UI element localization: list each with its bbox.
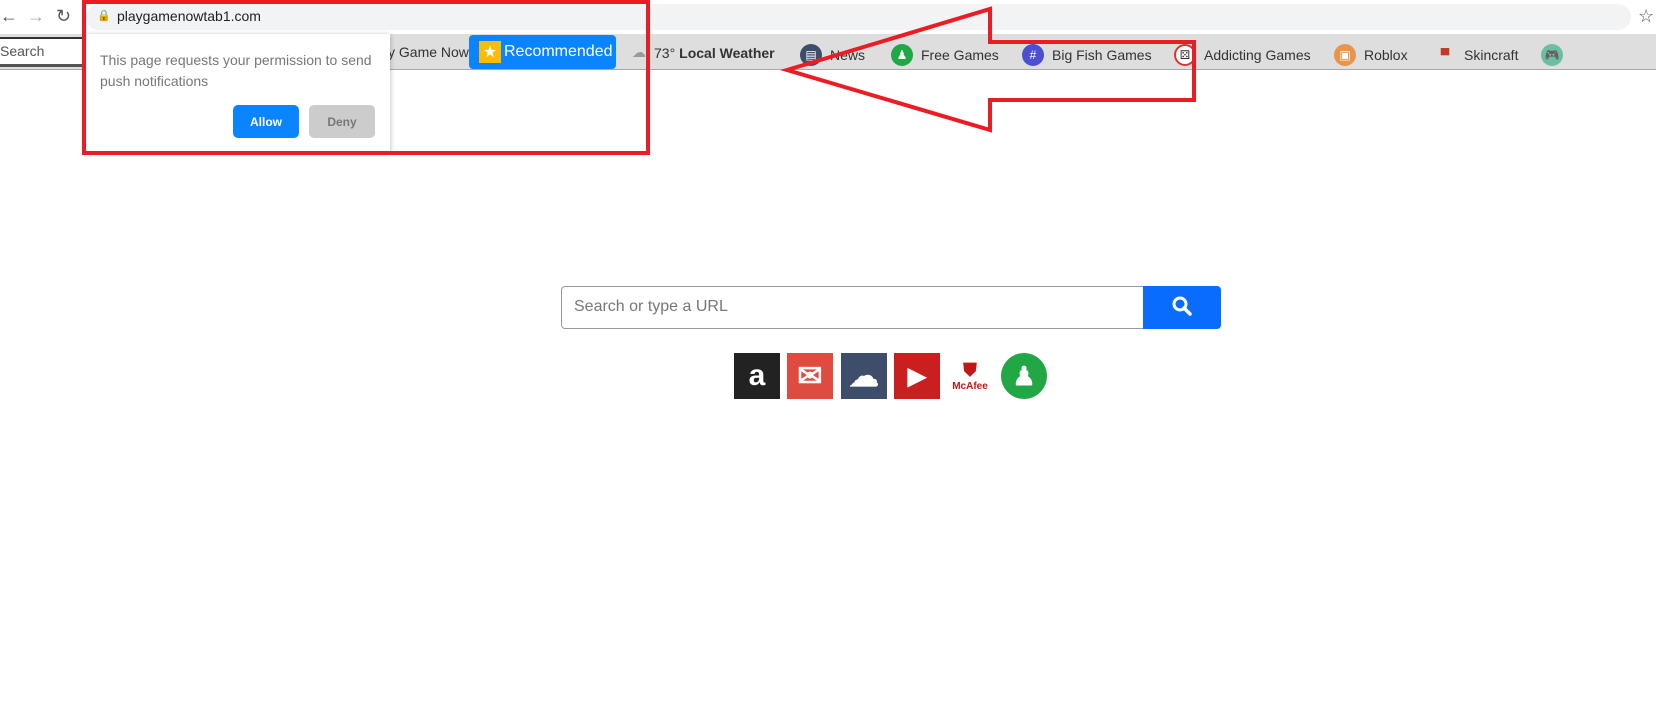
toolbar-gamepad[interactable]: 🎮 [1541,44,1563,66]
deny-button[interactable]: Deny [309,105,375,138]
amazon-shortcut[interactable]: a [734,353,780,399]
news-icon: ▤ [800,44,822,66]
toolbar-weather[interactable]: ☁ 73° Local Weather [632,44,775,61]
dice-icon: ⚄ [1174,44,1196,66]
toolbar-search-input[interactable]: Search [0,37,90,67]
toolbar-news[interactable]: ▤ News [800,44,865,66]
toolbar-skincraft[interactable]: ▀ Skincraft [1434,44,1519,66]
main-search-input[interactable]: Search or type a URL [561,286,1144,329]
pawn-icon: ♟ [1012,360,1036,391]
search-icon [1172,296,1192,316]
play-icon: ▶ [907,362,927,390]
cloud-icon: ☁ [632,44,646,60]
url-text[interactable]: playgamenowtab1.com [117,8,261,24]
mail-icon: ✉ [797,359,823,393]
recommended-button[interactable]: ★ Recommended [469,35,616,69]
star-icon: ★ [479,41,501,63]
weather-shortcut[interactable]: ☁ [841,353,887,399]
toolbar-addicting-games[interactable]: ⚄ Addicting Games [1174,44,1311,66]
address-bar[interactable] [86,4,1631,30]
forward-icon[interactable]: → [27,6,45,27]
gamepad-icon: 🎮 [1541,44,1563,66]
mcafee-shortcut[interactable]: ⛊ McAfee [947,353,993,399]
mcafee-shield-icon: ⛊ [963,360,977,380]
lock-icon: 🔒 [97,10,111,22]
bookmark-star-icon[interactable]: ☆ [1638,6,1654,27]
games-shortcut[interactable]: ♟ [1001,353,1047,399]
weather-icon: ☁ [849,359,879,393]
reload-icon[interactable]: ↻ [56,6,71,27]
gmail-shortcut[interactable]: ✉ [787,353,833,399]
toolbar-play-game-now[interactable]: y Game Now [388,44,469,60]
search-button[interactable] [1143,286,1221,329]
picture-icon: ▣ [1334,44,1356,66]
brush-icon: ▀ [1440,48,1450,62]
amazon-icon: a [748,359,766,392]
toolbar-free-games[interactable]: ♟ Free Games [891,44,999,66]
toolbar-big-fish-games[interactable]: # Big Fish Games [1022,44,1152,66]
back-icon[interactable]: ← [0,6,18,27]
mcafee-logo: McAfee [952,381,988,392]
pawn-icon: ♟ [891,44,913,66]
tictactoe-icon: # [1022,44,1044,66]
allow-button[interactable]: Allow [233,105,299,138]
toolbar-roblox[interactable]: ▣ Roblox [1334,44,1408,66]
youtube-shortcut[interactable]: ▶ [894,353,940,399]
permission-text: This page requests your permission to se… [100,52,372,89]
